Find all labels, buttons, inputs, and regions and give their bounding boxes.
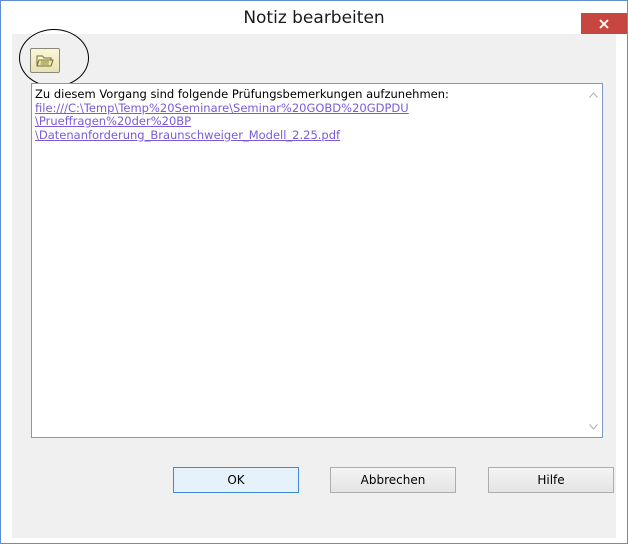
note-file-link-line-1[interactable]: file:///C:\Temp\Temp%20Seminare\Seminar%… (35, 101, 575, 116)
open-file-button[interactable] (30, 48, 60, 73)
scroll-up-button[interactable] (589, 90, 598, 99)
note-text: Zu diesem Vorgang sind folgende Prüfungs… (35, 87, 575, 143)
help-button[interactable]: Hilfe (488, 467, 614, 493)
scroll-down-button[interactable] (589, 422, 598, 431)
chevron-up-icon (589, 91, 598, 98)
note-file-link-line-2[interactable]: \Prueffragen%20der%20BP (35, 114, 575, 129)
cancel-button[interactable]: Abbrechen (330, 467, 456, 493)
close-button[interactable] (581, 13, 627, 34)
dialog-title: Notiz bearbeiten (243, 8, 385, 28)
note-file-link-line-3[interactable]: \Datenanforderung_Braunschweiger_Modell_… (35, 128, 575, 143)
note-intro-text: Zu diesem Vorgang sind folgende Prüfungs… (35, 87, 449, 101)
close-icon (599, 18, 609, 29)
vertical-scrollbar[interactable] (585, 84, 602, 437)
ok-button[interactable]: OK (173, 467, 299, 493)
dialog-window: Notiz bearbeiten Zu diesem Vorgang sind … (0, 0, 628, 544)
chevron-down-icon (589, 423, 598, 430)
title-bar[interactable]: Notiz bearbeiten (1, 1, 627, 34)
open-folder-icon (36, 55, 54, 67)
note-textarea[interactable]: Zu diesem Vorgang sind folgende Prüfungs… (31, 83, 603, 438)
